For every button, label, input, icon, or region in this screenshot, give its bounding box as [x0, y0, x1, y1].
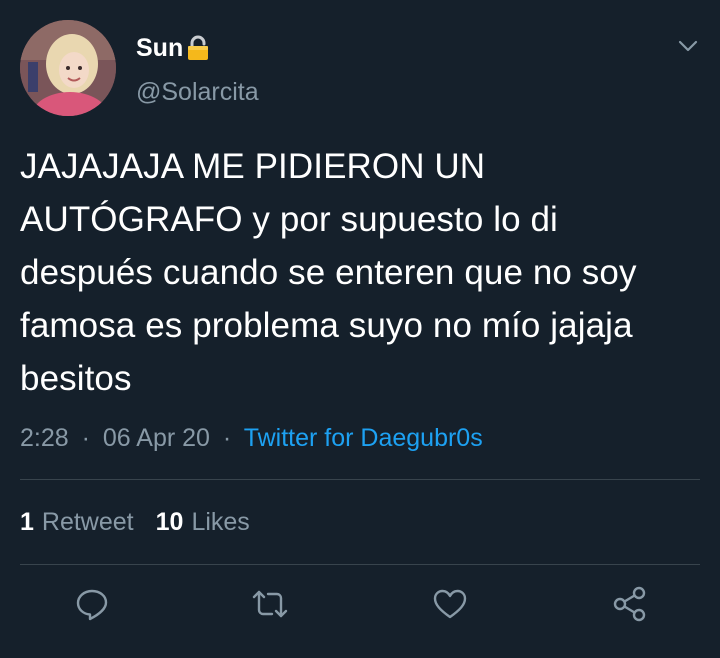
divider: [20, 479, 700, 480]
meta-separator: ·: [81, 424, 90, 452]
divider: [20, 564, 700, 565]
likes-stat[interactable]: 10 Likes: [156, 502, 250, 542]
tweet-header: Sun @Solarcita: [20, 20, 700, 116]
avatar[interactable]: [20, 20, 116, 116]
tweet-date: 06 Apr 20: [102, 424, 210, 452]
lock-icon: [187, 35, 209, 61]
display-name[interactable]: Sun: [136, 32, 259, 64]
chevron-down-icon[interactable]: [676, 34, 700, 58]
tweet-time: 2:28: [20, 424, 69, 452]
likes-count: 10: [155, 508, 184, 536]
likes-label: Likes: [191, 508, 250, 536]
retweets-label: Retweet: [41, 508, 134, 536]
tweet-text: JAJAJAJA ME PIDIERON UN AUTÓGRAFO y por …: [20, 147, 637, 398]
author-names: Sun @Solarcita: [136, 32, 259, 108]
tweet-actions: [0, 578, 720, 628]
profile-photo: [20, 20, 116, 116]
display-name-text: Sun: [136, 34, 184, 62]
retweet-icon[interactable]: [250, 584, 290, 624]
retweets-count: 1: [20, 508, 34, 536]
reply-icon[interactable]: [72, 584, 112, 624]
meta-separator: ·: [222, 424, 232, 452]
handle[interactable]: @Solarcita: [136, 76, 259, 108]
retweets-stat[interactable]: 1 Retweet: [20, 502, 134, 542]
tweet-detail: Sun @Solarcita JAJAJAJA ME PIDIERON UN A…: [0, 0, 720, 658]
share-icon[interactable]: [610, 584, 650, 624]
like-icon[interactable]: [430, 584, 470, 624]
tweet-stats: 1 Retweet 10 Likes: [20, 502, 250, 542]
tweet-source-link[interactable]: Twitter for Daegubr0s: [244, 424, 483, 452]
tweet-meta: 2:28 · 06 Apr 20 · Twitter for Daegubr0s: [20, 418, 483, 458]
